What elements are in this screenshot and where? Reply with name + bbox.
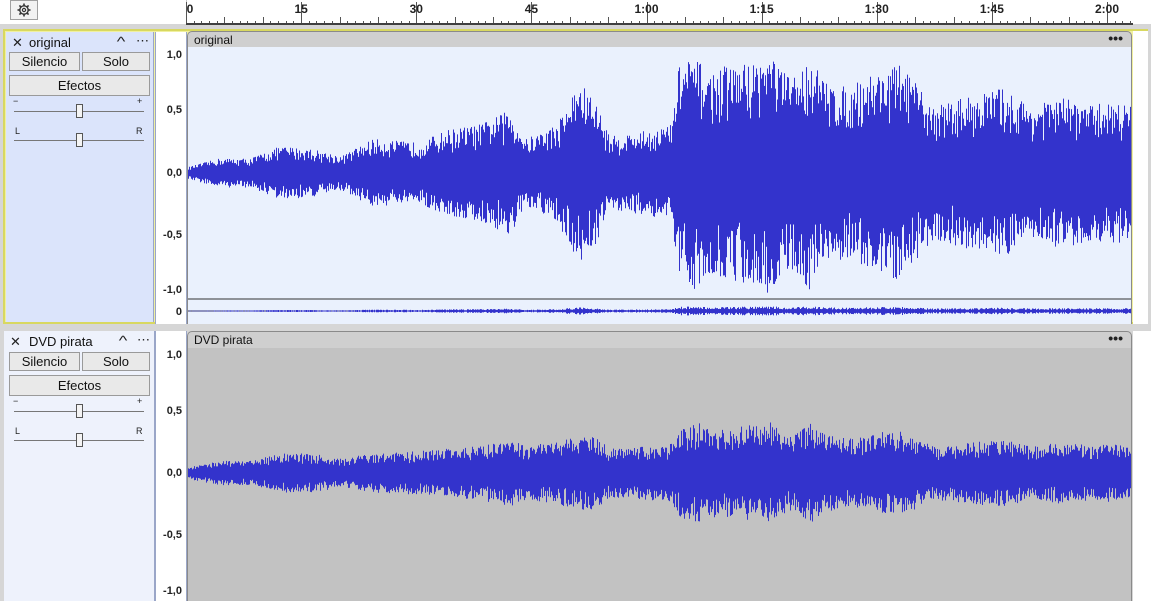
- ruler-tick-label: 30: [409, 2, 423, 16]
- collapse-track-icon[interactable]: ^: [119, 333, 128, 348]
- clip-header-dvd-pirata[interactable]: DVD pirata •••: [187, 330, 1132, 348]
- track-control-panel-original[interactable]: ✕ original ^ ⋯ Silencio Solo Efectos − +…: [6, 32, 154, 322]
- waveform-path: [188, 422, 1131, 522]
- track-name[interactable]: DVD pirata: [29, 334, 93, 349]
- ruler-tick-label: 0: [186, 2, 194, 16]
- pan-slider-thumb[interactable]: [76, 433, 83, 447]
- track-empty-area[interactable]: [1133, 331, 1151, 601]
- clip-body-dvd-pirata[interactable]: [187, 348, 1132, 601]
- scale-label: 0,0: [166, 467, 182, 479]
- track-menu-icon[interactable]: ⋯: [136, 33, 149, 49]
- ruler-tick-label: 45: [524, 2, 539, 16]
- scale-label: 0,5: [166, 104, 182, 116]
- close-track-icon[interactable]: ✕: [10, 334, 21, 350]
- ruler-tick-label: 15: [294, 2, 308, 16]
- waveform-original[interactable]: [188, 47, 1131, 324]
- clip-body-original[interactable]: [187, 47, 1132, 324]
- track-name[interactable]: original: [29, 35, 71, 50]
- ruler-tick-label: 2:00: [1094, 2, 1120, 16]
- gain-slider-thumb[interactable]: [76, 404, 83, 418]
- ruler-tick-label: 1:15: [749, 2, 774, 16]
- clip-menu-icon[interactable]: •••: [1108, 30, 1123, 46]
- amplitude-scale-original[interactable]: 1,0 0,5 0,0 -0,5 -1,0 0: [155, 32, 187, 324]
- scale-label: 1,0: [166, 49, 182, 61]
- gain-slider-thumb[interactable]: [76, 104, 83, 118]
- scale-label: 0,5: [166, 405, 182, 417]
- clip-header-original[interactable]: original •••: [187, 30, 1132, 47]
- clip-title: original: [194, 33, 233, 47]
- gain-minus-label: −: [13, 396, 19, 406]
- mute-button[interactable]: Silencio: [9, 352, 80, 371]
- close-track-icon[interactable]: ✕: [12, 35, 23, 51]
- waveform-dvd-pirata[interactable]: [188, 348, 1131, 601]
- amplitude-scale-dvd-pirata[interactable]: 1,0 0,5 0,0 -0,5 -1,0: [155, 331, 187, 601]
- mini-waveform-path: [188, 306, 1131, 316]
- solo-button[interactable]: Solo: [82, 352, 150, 371]
- ruler-tick-label: 1:00: [634, 2, 659, 16]
- solo-button[interactable]: Solo: [82, 52, 150, 71]
- scale-label: -1,0: [163, 284, 182, 296]
- timeline-settings-button[interactable]: [10, 0, 38, 20]
- track-empty-area[interactable]: [1133, 31, 1148, 324]
- scale-label: 1,0: [166, 349, 182, 361]
- pan-left-label: L: [15, 426, 21, 436]
- gain-minus-label: −: [13, 96, 19, 106]
- scale-label: 0,0: [166, 167, 182, 179]
- ruler-ticks[interactable]: 0 15 30 45 1:00 1:15 1:30 1:45 2:00: [186, 0, 1133, 24]
- gear-icon: [17, 3, 31, 17]
- scale-label: -0,5: [163, 229, 182, 241]
- pan-slider-thumb[interactable]: [76, 133, 83, 147]
- pan-right-label: R: [136, 126, 143, 136]
- ruler-tick-label: 1:30: [864, 2, 889, 16]
- collapse-track-icon[interactable]: ^: [117, 34, 126, 49]
- scale-label: -1,0: [163, 585, 182, 597]
- pan-right-label: R: [136, 426, 143, 436]
- scale-label: 0: [175, 306, 182, 318]
- effects-button[interactable]: Efectos: [9, 75, 150, 96]
- gain-plus-label: +: [137, 396, 143, 406]
- clip-title: DVD pirata: [194, 333, 253, 347]
- scale-label: -0,5: [163, 529, 182, 541]
- waveform-path: [188, 61, 1131, 293]
- pan-left-label: L: [15, 126, 21, 136]
- ruler-tick-label: 1:45: [979, 2, 1004, 16]
- track-menu-icon[interactable]: ⋯: [137, 332, 150, 348]
- mute-button[interactable]: Silencio: [9, 52, 80, 71]
- effects-button[interactable]: Efectos: [9, 375, 150, 396]
- clip-menu-icon[interactable]: •••: [1108, 330, 1123, 346]
- track-control-panel-dvd-pirata[interactable]: ✕ DVD pirata ^ ⋯ Silencio Solo Efectos −…: [4, 331, 155, 601]
- gain-plus-label: +: [137, 96, 143, 106]
- ruler-baseline: [186, 23, 1133, 25]
